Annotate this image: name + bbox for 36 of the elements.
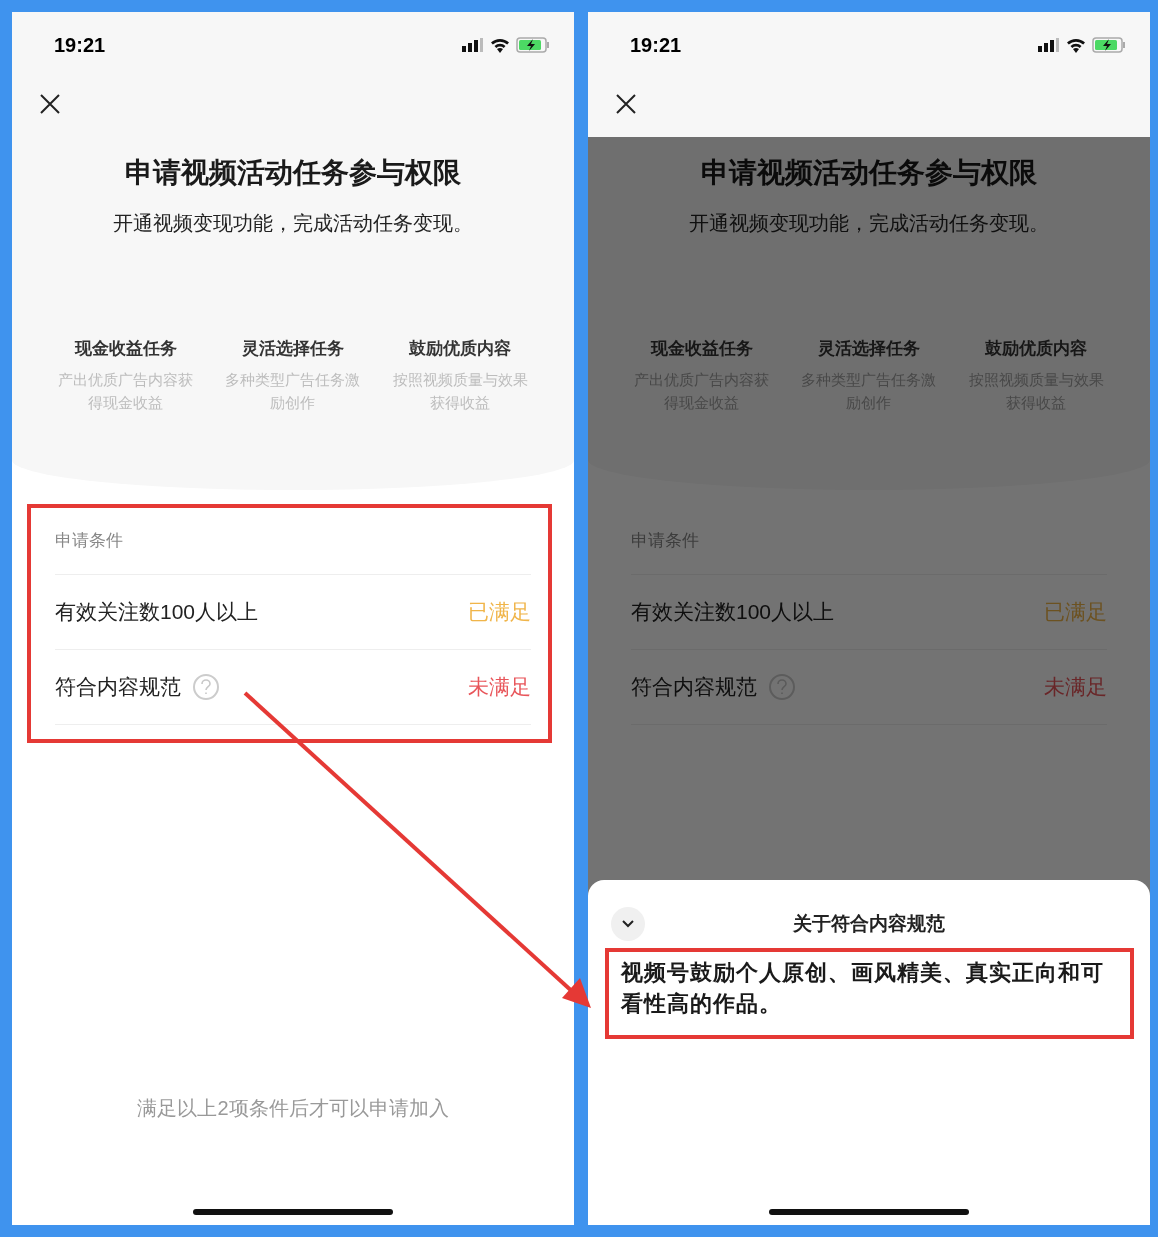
footer-note: 满足以上2项条件后才可以申请加入: [136, 1095, 450, 1121]
page-title: 申请视频活动任务参与权限: [700, 156, 1038, 190]
collapse-button[interactable]: [611, 907, 645, 941]
page-title: 申请视频活动任务参与权限: [124, 156, 462, 190]
page-subtitle: 开通视频变现功能，完成活动任务变现。: [112, 211, 474, 236]
feature-description: 产出优质广告内容获得现金收益: [57, 369, 195, 413]
section-heading: 申请条件: [55, 528, 531, 575]
feature-title: 鼓励优质内容: [409, 338, 512, 360]
feature-title: 现金收益任务: [74, 338, 177, 360]
status-time: 19:21: [630, 33, 682, 58]
signal-icon: [1038, 38, 1060, 52]
page-subtitle: 开通视频变现功能，完成活动任务变现。: [688, 211, 1050, 236]
wifi-icon: [1066, 37, 1086, 53]
chevron-down-icon: [621, 919, 635, 929]
feature-title: 灵活选择任务: [818, 338, 920, 360]
wifi-icon: [490, 37, 510, 53]
close-button[interactable]: [614, 92, 638, 116]
battery-icon: [1092, 37, 1126, 53]
condition-label: 符合内容规范: [631, 673, 757, 700]
condition-label: 符合内容规范: [55, 673, 181, 700]
condition-status: 未满足: [1044, 673, 1107, 700]
condition-label: 有效关注数100人以上: [631, 598, 835, 625]
signal-icon: [462, 38, 484, 52]
sheet-title: 关于符合内容规范: [793, 911, 945, 936]
condition-status: 已满足: [468, 598, 531, 625]
feature-description: 多种类型广告任务激励创作: [224, 369, 362, 413]
close-button[interactable]: [38, 92, 62, 116]
feature-title: 鼓励优质内容: [985, 338, 1088, 360]
condition-status: 已满足: [1044, 598, 1107, 625]
condition-label: 有效关注数100人以上: [55, 598, 259, 625]
sheet-body: 视频号鼓励个人原创、画风精美、真实正向和可看性高的作品。: [621, 959, 1105, 1018]
battery-icon: [516, 37, 550, 53]
feature-title: 现金收益任务: [650, 338, 753, 360]
status-time: 19:21: [54, 33, 106, 58]
condition-status: 未满足: [468, 673, 531, 700]
feature-title: 灵活选择任务: [242, 338, 344, 360]
